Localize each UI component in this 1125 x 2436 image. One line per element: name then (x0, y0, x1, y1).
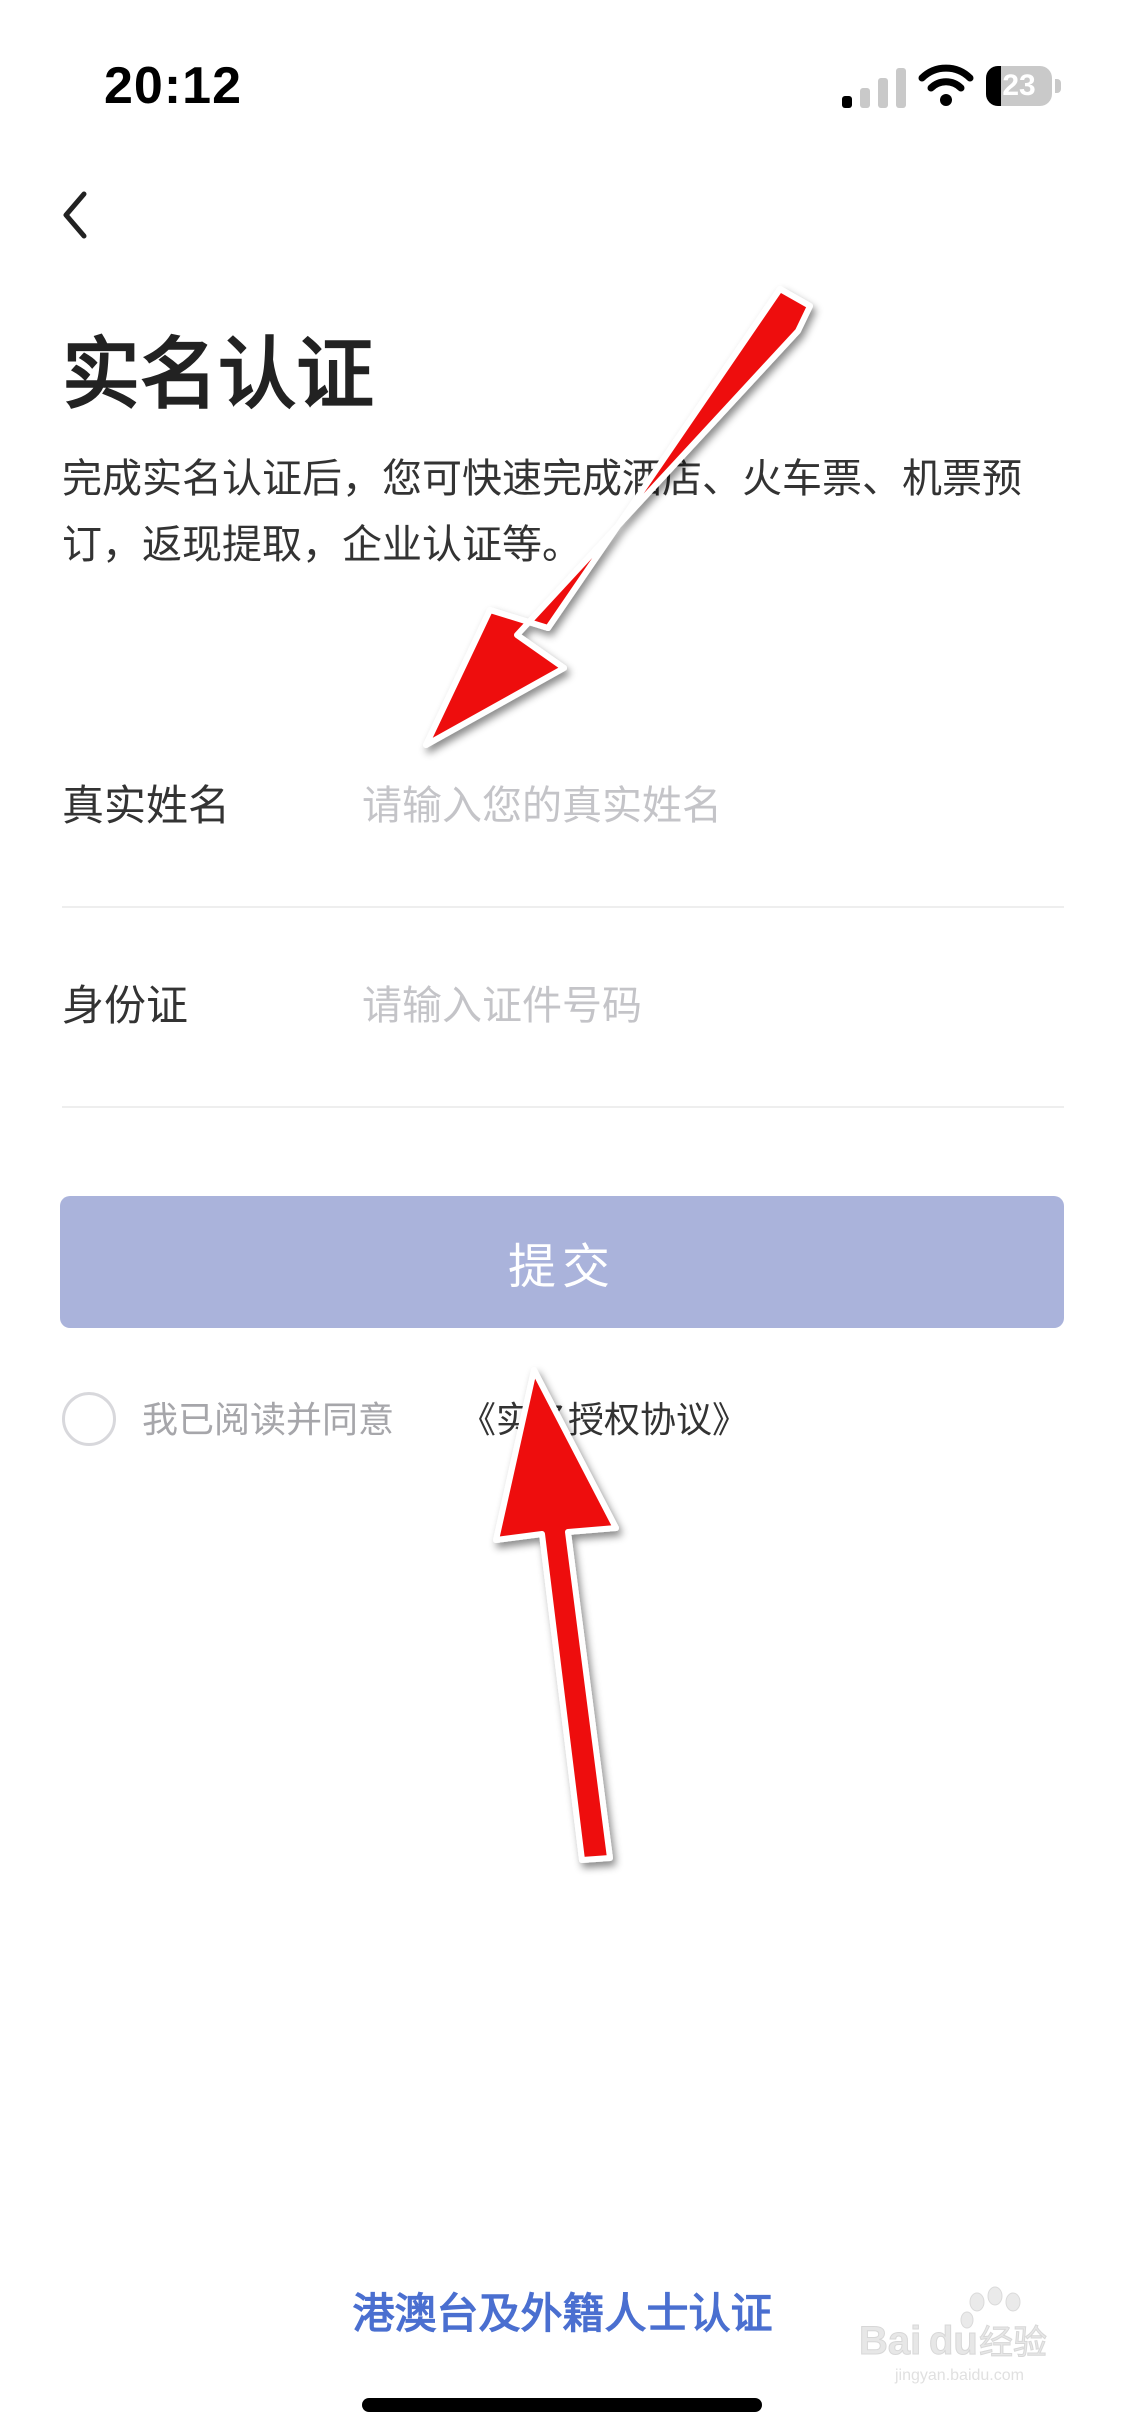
name-input[interactable] (362, 766, 1052, 846)
id-number-input[interactable] (362, 966, 1052, 1046)
page-description: 完成实名认证后，您可快速完成酒店、火车票、机票预订，返现提取，企业认证等。 (62, 456, 1022, 568)
id-label: 身份证 (62, 981, 189, 1030)
chevron-left-icon (63, 191, 87, 239)
agreement-checkbox[interactable] (62, 1392, 116, 1446)
svg-text:Bai: Bai (859, 2319, 921, 2363)
svg-text:jingyan.baidu.com: jingyan.baidu.com (894, 2367, 1024, 2384)
page-title: 实名认证 (62, 330, 375, 420)
back-button[interactable] (40, 180, 110, 250)
cellular-signal-icon (842, 68, 906, 108)
battery-indicator: 23 (986, 66, 1062, 106)
id-row: 身份证 (62, 906, 1064, 1108)
battery-body: 23 (986, 66, 1052, 106)
name-row: 真实姓名 (62, 706, 1064, 908)
svg-text:经验: 经验 (979, 2323, 1047, 2363)
real-name-auth-screen: 20:12 23 实名认证 完成实名认证后，您可快速完成酒店、火车票、机票预订，… (0, 0, 1125, 2436)
baidu-jingyan-watermark: Bai du 经验 jingyan.baidu.com (859, 2286, 1048, 2384)
submit-button[interactable]: 提交 (60, 1196, 1064, 1328)
battery-level: 23 (1002, 69, 1036, 102)
status-time: 20:12 (104, 57, 242, 115)
name-label: 真实姓名 (62, 781, 231, 830)
home-indicator[interactable] (362, 2398, 762, 2412)
battery-cap (1055, 79, 1061, 93)
svg-text:du: du (929, 2319, 978, 2363)
agreement-text: 我已阅读并同意 (142, 1400, 395, 1441)
agreement-link[interactable]: 《实名授权协议》 (460, 1392, 748, 1450)
wifi-icon (918, 64, 974, 106)
status-bar: 20:12 23 (0, 0, 1125, 150)
